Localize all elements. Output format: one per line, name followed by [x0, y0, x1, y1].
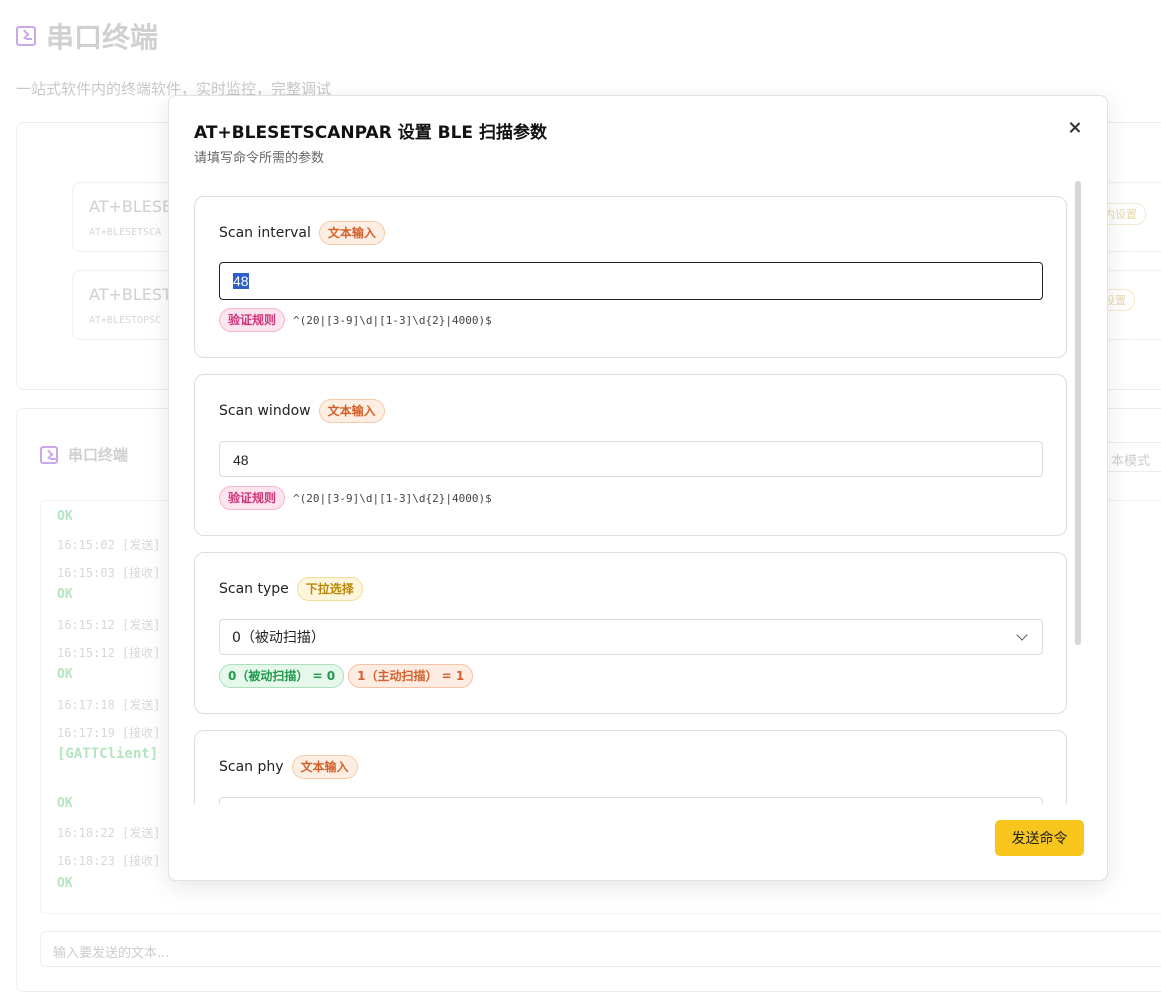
log-timestamp: 16:17:18	[57, 698, 115, 712]
param-header: Scan interval 文本输入	[219, 221, 385, 245]
log-ok-line: OK	[57, 509, 73, 524]
log-direction: [发送]	[122, 618, 161, 632]
rule-pattern: ^(20|[3-9]\d|[1-3]\d{2}|4000)$	[293, 313, 492, 327]
chevron-down-icon	[1016, 629, 1028, 641]
scrollbar[interactable]	[1075, 181, 1081, 645]
command-subtitle: AT+BLESETSCA	[89, 227, 162, 238]
log-sent-line: 16:15:02 [发送] A	[57, 536, 175, 553]
validation-rule: 验证规则 ^(20|[3-9]\d|[1-3]\d{2}|4000)$	[219, 308, 492, 332]
mode-toggle[interactable]: 本模式	[1100, 442, 1161, 472]
scan-window-input[interactable]: 48	[219, 441, 1043, 477]
rule-badge: 验证规则	[219, 308, 286, 332]
option-badge-active: 1（主动扫描） = 1	[348, 664, 474, 688]
log-timestamp: 16:18:22	[57, 826, 115, 840]
page-header: 串口终端	[16, 16, 158, 56]
log-ok-line: OK	[57, 796, 73, 811]
rule-pattern: ^(20|[3-9]\d|[1-3]\d{2}|4000)$	[293, 491, 492, 505]
close-icon[interactable]	[1067, 120, 1083, 136]
input-type-badge: 文本输入	[318, 399, 385, 423]
log-direction: [发送]	[122, 698, 161, 712]
terminal-icon	[16, 26, 36, 46]
log-timestamp: 16:15:02	[57, 538, 115, 552]
params-scroll-area[interactable]: Scan interval 文本输入 48 验证规则 ^(20|[3-9]\d|…	[194, 196, 1084, 804]
option-badge-passive: 0（被动扫描） = 0	[219, 664, 345, 688]
terminal-send-input[interactable]: 输入要发送的文本...	[40, 931, 1161, 967]
log-sent-line: 16:17:18 [发送] A	[57, 696, 175, 713]
rule-badge: 验证规则	[219, 486, 286, 510]
input-type-badge: 文本输入	[291, 755, 358, 779]
input-value: 48	[233, 273, 249, 289]
dialog-description: 请填写命令所需的参数	[194, 151, 325, 166]
selected-value: 0（被动扫描）	[232, 630, 325, 646]
send-command-button[interactable]: 发送命令	[995, 820, 1084, 856]
log-received-line: 16:15:03 [接收] A	[57, 564, 175, 581]
command-params-dialog: AT+BLESETSCANPAR 设置 BLE 扫描参数 请填写命令所需的参数 …	[168, 95, 1108, 881]
log-direction: [接收]	[122, 646, 161, 660]
log-timestamp: 16:17:19	[57, 726, 115, 740]
param-label: Scan type	[219, 581, 289, 597]
log-ok-line: OK	[57, 587, 73, 602]
scan-interval-input[interactable]: 48	[219, 262, 1043, 300]
scan-type-select[interactable]: 0（被动扫描）	[219, 619, 1043, 655]
log-direction: [接收]	[122, 566, 161, 580]
param-label: Scan interval	[219, 225, 311, 241]
log-direction: [发送]	[122, 826, 161, 840]
log-received-line: 16:18:23 [接收] A	[57, 852, 175, 869]
log-ok-line: OK	[57, 876, 73, 891]
page-title: 串口终端	[46, 21, 159, 54]
terminal-header: 串口终端	[40, 444, 128, 465]
log-sent-line: 16:18:22 [发送] A	[57, 824, 175, 841]
log-direction: [发送]	[122, 538, 161, 552]
log-timestamp: 16:18:23	[57, 854, 115, 868]
log-timestamp: 16:15:12	[57, 646, 115, 660]
log-received-line: 16:15:12 [接收] A	[57, 644, 175, 661]
param-card-scan-interval: Scan interval 文本输入 48 验证规则 ^(20|[3-9]\d|…	[194, 196, 1067, 358]
param-header: Scan phy 文本输入	[219, 755, 358, 779]
validation-rule: 验证规则 ^(20|[3-9]\d|[1-3]\d{2}|4000)$	[219, 486, 492, 510]
log-direction: [接收]	[122, 854, 161, 868]
param-label: Scan window	[219, 403, 311, 419]
param-header: Scan window 文本输入	[219, 399, 385, 423]
param-card-scan-phy: Scan phy 文本输入	[194, 730, 1067, 804]
input-type-badge: 下拉选择	[296, 577, 363, 601]
log-timestamp: 16:15:03	[57, 566, 115, 580]
scan-phy-input[interactable]	[219, 797, 1043, 804]
log-received-line: 16:17:19 [接收] A	[57, 724, 175, 741]
dialog-title: AT+BLESETSCANPAR 设置 BLE 扫描参数	[194, 123, 547, 143]
terminal-icon	[40, 445, 58, 464]
log-sent-line: 16:15:12 [发送] A	[57, 616, 175, 633]
input-value: 48	[233, 452, 249, 468]
log-timestamp: 16:15:12	[57, 618, 115, 632]
param-card-scan-window: Scan window 文本输入 48 验证规则 ^(20|[3-9]\d|[1…	[194, 374, 1067, 536]
log-gatt-line: [GATTClient]	[57, 746, 159, 762]
command-subtitle: AT+BLESTOPSC	[89, 315, 162, 326]
option-list: 0（被动扫描） = 0 1（主动扫描） = 1	[219, 664, 474, 688]
input-type-badge: 文本输入	[318, 221, 385, 245]
terminal-title: 串口终端	[68, 446, 129, 464]
param-label: Scan phy	[219, 759, 284, 775]
param-card-scan-type: Scan type 下拉选择 0（被动扫描） 0（被动扫描） = 0 1（主动扫…	[194, 552, 1067, 714]
log-direction: [接收]	[122, 726, 161, 740]
log-ok-line: OK	[57, 667, 73, 682]
param-header: Scan type 下拉选择	[219, 577, 363, 601]
